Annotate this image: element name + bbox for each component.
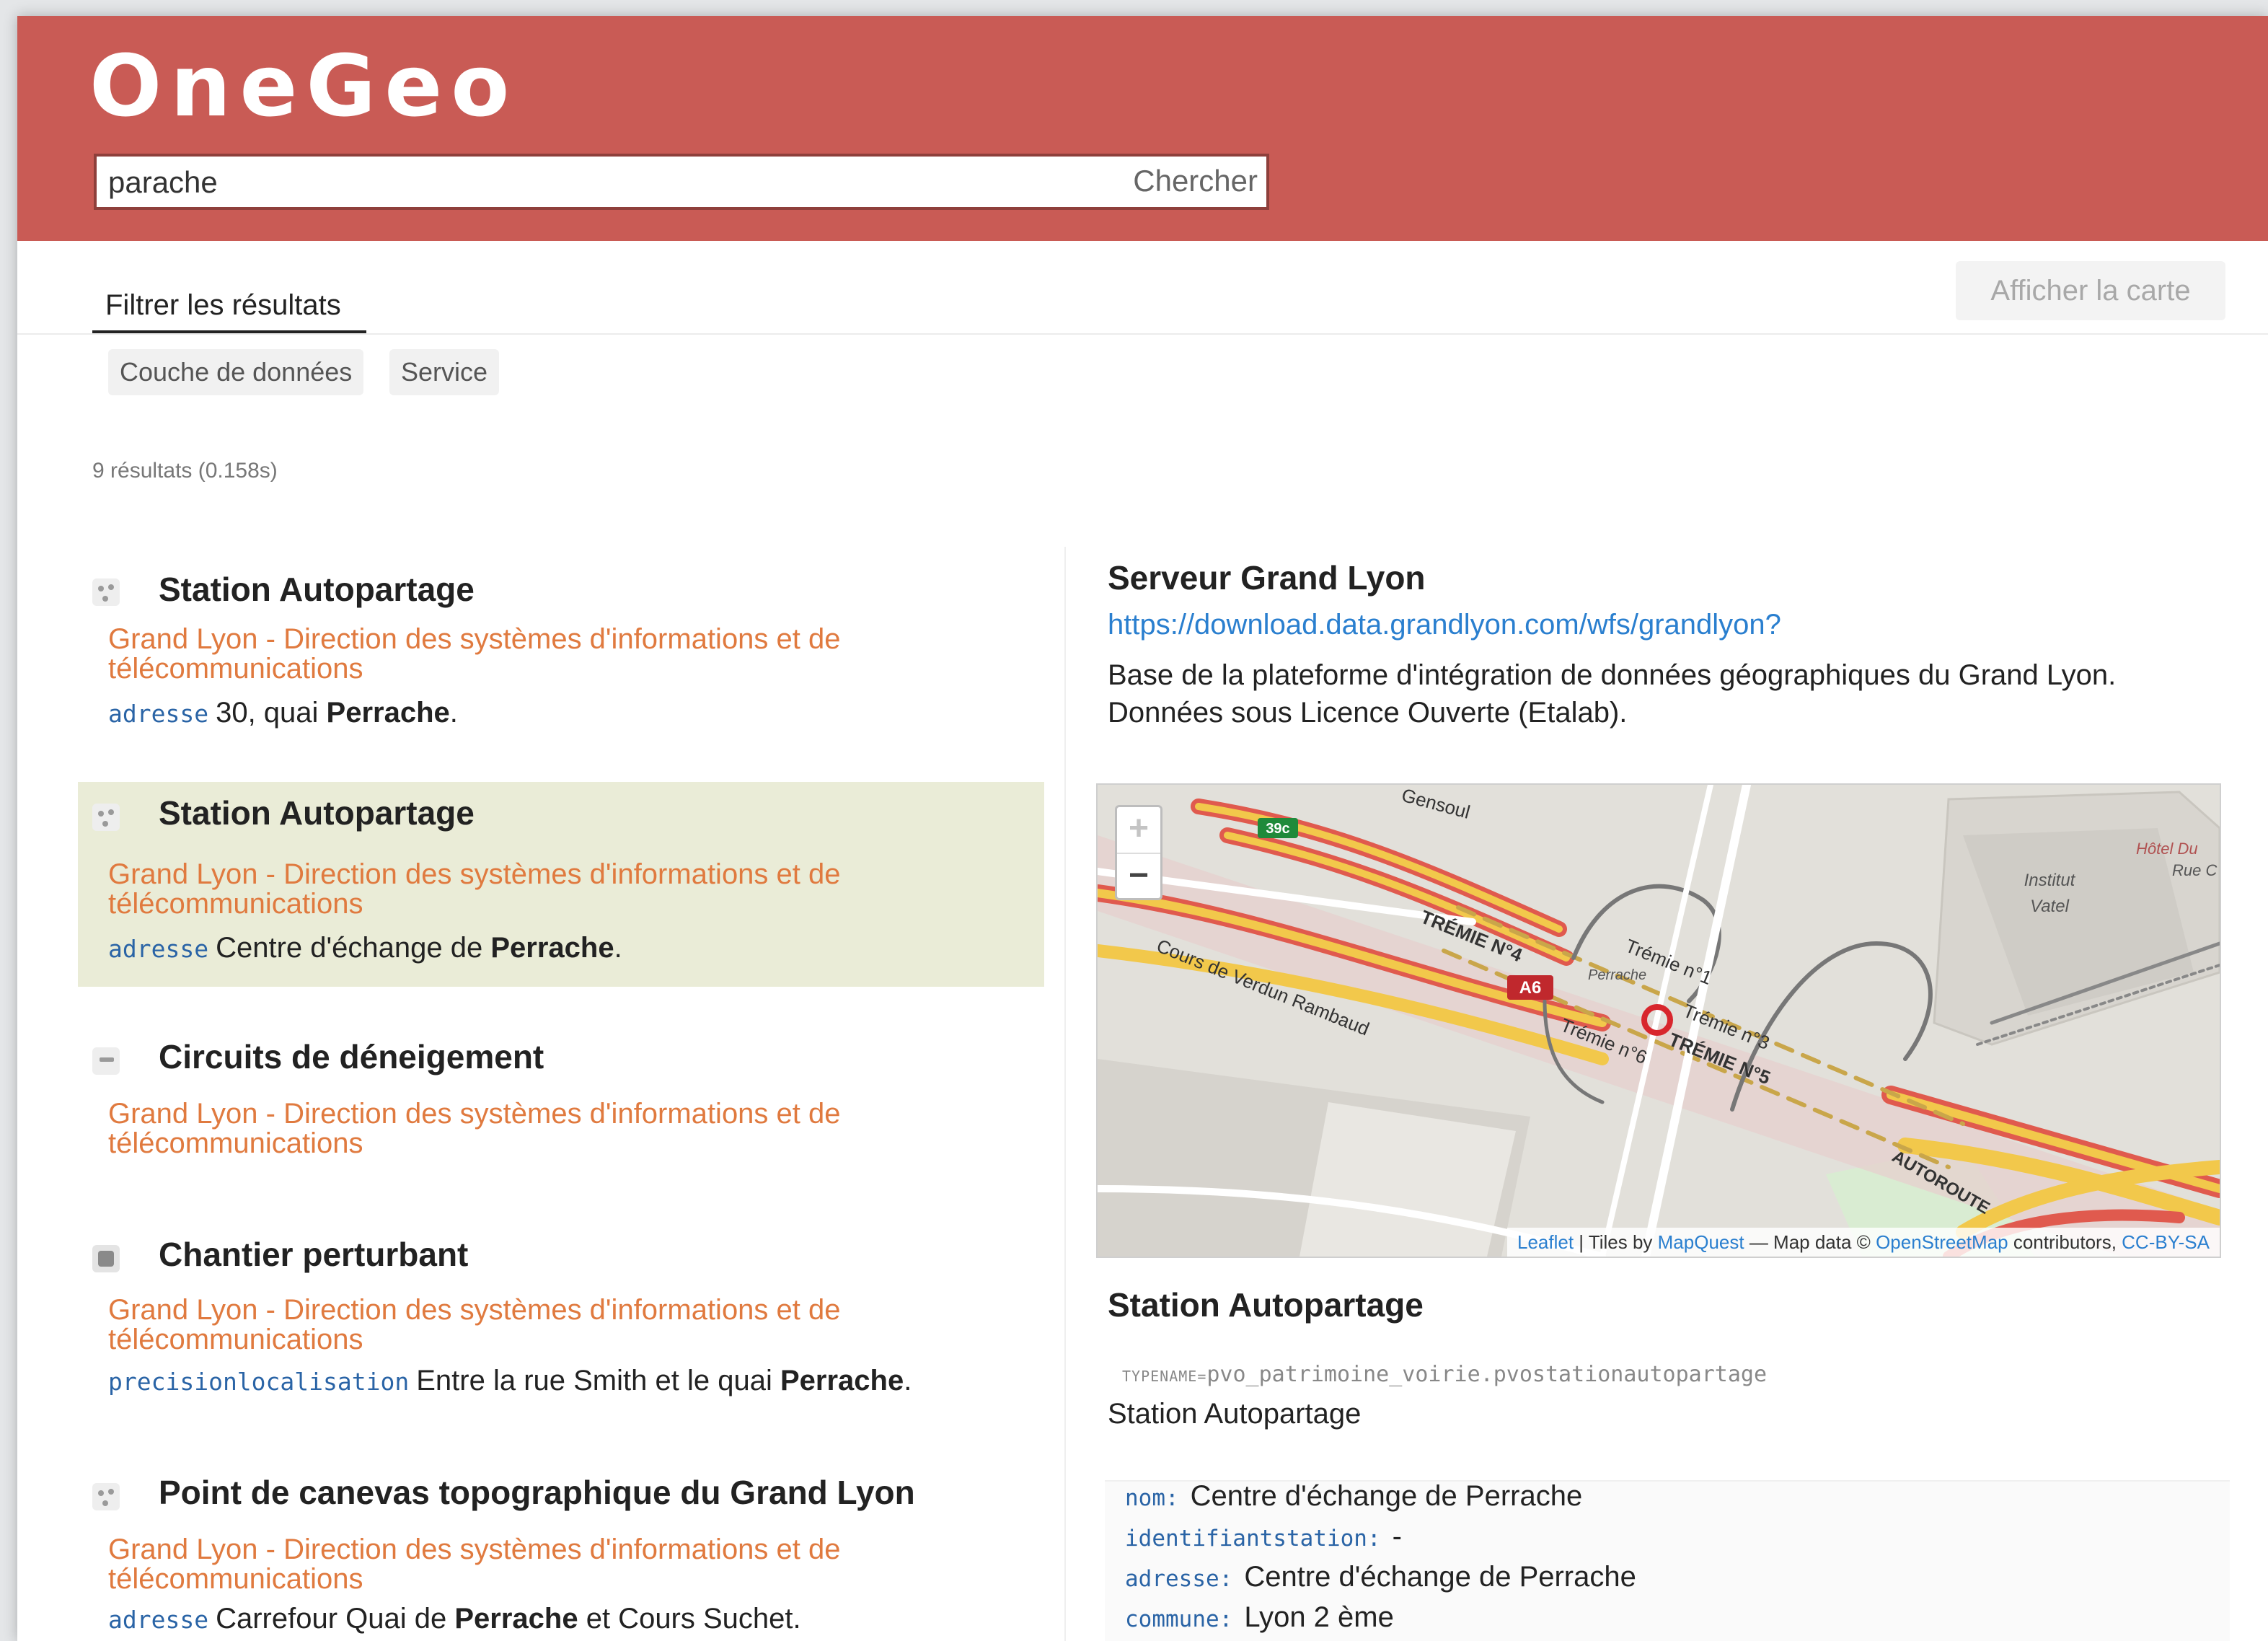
svg-text:A6: A6 [1519, 978, 1542, 998]
search-input[interactable] [107, 157, 1105, 208]
openstreetmap-link[interactable]: OpenStreetMap [1876, 1231, 2008, 1253]
tab-filter-results[interactable]: Filtrer les résultats [92, 286, 366, 334]
svg-text:Rue C: Rue C [2172, 861, 2217, 879]
property-value: - [1392, 1521, 1402, 1552]
zoom-out-button[interactable]: − [1117, 854, 1160, 899]
property-key: adresse: [1125, 1566, 1233, 1592]
search-button[interactable]: Chercher [1133, 164, 1258, 198]
result-organization: Grand Lyon - Direction des systèmes d'in… [108, 1534, 841, 1595]
map-view[interactable]: 39c A6 Gensoul TRÉMIE N°4 Trémie n°1 Cou… [1096, 783, 2221, 1258]
property-value: Lyon 2 ème [1244, 1601, 1394, 1633]
property-row: identifiantstation: - [1125, 1521, 1402, 1553]
app-window: OneGeo Chercher Filtrer les résultats Af… [17, 16, 2268, 1641]
result-organization: Grand Lyon - Direction des systèmes d'in… [108, 1294, 841, 1355]
result-organization: Grand Lyon - Direction des systèmes d'in… [108, 623, 841, 685]
line-layer-icon [92, 1047, 120, 1075]
property-row: adresse: Centre d'échange de Perrache [1125, 1561, 1636, 1593]
result-title[interactable]: Point de canevas topographique du Grand … [159, 1473, 915, 1512]
svg-text:Vatel: Vatel [2030, 897, 2069, 916]
app-logo: OneGeo [89, 36, 519, 136]
mapquest-link[interactable]: MapQuest [1658, 1231, 1744, 1253]
results-count: 9 résultats (0.158s) [92, 459, 278, 483]
server-description: Base de la plateforme d'intégration de d… [1108, 659, 2117, 729]
column-divider [1064, 547, 1066, 1641]
attribute-key: precisionlocalisation [108, 1368, 410, 1396]
result-item[interactable]: Chantier perturbant Grand Lyon - Directi… [78, 1223, 1044, 1425]
svg-text:39c: 39c [1266, 821, 1289, 837]
result-title[interactable]: Circuits de déneigement [159, 1037, 544, 1076]
result-item[interactable]: Station Autopartage Grand Lyon - Directi… [78, 553, 1044, 747]
result-organization: Grand Lyon - Direction des systèmes d'in… [108, 858, 841, 920]
zoom-in-button[interactable]: + [1117, 807, 1160, 854]
result-title[interactable]: Station Autopartage [159, 570, 475, 609]
attribute-key: adresse [108, 700, 209, 728]
result-organization: Grand Lyon - Direction des systèmes d'in… [108, 1098, 841, 1159]
server-url-link[interactable]: https://download.data.grandlyon.com/wfs/… [1108, 609, 1781, 641]
layer-description: Station Autopartage [1108, 1398, 1362, 1430]
svg-text:Institut: Institut [2024, 871, 2076, 890]
result-attribute: adresse Centre d'échange de Perrache. [108, 932, 622, 964]
filter-chip-data-layer[interactable]: Couche de données [108, 349, 364, 395]
attribute-key: adresse [108, 1606, 209, 1634]
property-row: commune: Lyon 2 ème [1125, 1601, 1394, 1634]
property-key: commune: [1125, 1606, 1233, 1632]
property-key: identifiantstation: [1125, 1526, 1381, 1552]
property-row: nom: Centre d'échange de Perrache [1125, 1480, 1582, 1513]
filter-chip-service[interactable]: Service [389, 349, 500, 395]
search-box: Chercher [94, 154, 1269, 210]
result-title[interactable]: Station Autopartage [159, 793, 475, 832]
result-attribute: adresse 30, quai Perrache. [108, 697, 458, 729]
result-attribute: precisionlocalisation Entre la rue Smith … [108, 1365, 912, 1396]
svg-text:Perrache: Perrache [1588, 967, 1646, 983]
map-zoom-control: + − [1115, 805, 1162, 900]
show-map-button[interactable]: Afficher la carte [1956, 261, 2225, 320]
point-marker-icon [92, 578, 120, 606]
header-bar: OneGeo Chercher [17, 16, 2268, 241]
attribute-key: adresse [108, 935, 209, 963]
polygon-layer-icon [92, 1245, 120, 1272]
result-item[interactable]: Circuits de déneigement Grand Lyon - Dir… [78, 1026, 1044, 1177]
divider [17, 333, 2268, 335]
layer-title: Station Autopartage [1108, 1286, 1424, 1324]
leaflet-link[interactable]: Leaflet [1517, 1231, 1574, 1253]
map-attribution: Leaflet | Tiles by MapQuest — Map data ©… [1506, 1228, 2220, 1257]
property-key: nom: [1125, 1485, 1179, 1511]
property-value: Centre d'échange de Perrache [1190, 1480, 1583, 1512]
result-attribute: adresse Carrefour Quai de Perrache et Cou… [108, 1603, 801, 1635]
result-item-selected[interactable]: Station Autopartage Grand Lyon - Directi… [78, 782, 1044, 987]
typename: TYPENAME=pvo_patrimoine_voirie.pvostatio… [1122, 1362, 1768, 1387]
point-marker-icon [92, 1483, 120, 1510]
map-tiles[interactable]: 39c A6 Gensoul TRÉMIE N°4 Trémie n°1 Cou… [1098, 785, 2220, 1257]
server-title: Serveur Grand Lyon [1108, 559, 1426, 597]
result-item[interactable]: Point de canevas topographique du Grand … [78, 1461, 1044, 1641]
license-link[interactable]: CC-BY-SA [2122, 1231, 2210, 1253]
svg-text:Hôtel Du: Hôtel Du [2136, 840, 2198, 858]
point-marker-icon [92, 804, 120, 831]
result-title[interactable]: Chantier perturbant [159, 1235, 468, 1274]
property-value: Centre d'échange de Perrache [1244, 1561, 1636, 1593]
